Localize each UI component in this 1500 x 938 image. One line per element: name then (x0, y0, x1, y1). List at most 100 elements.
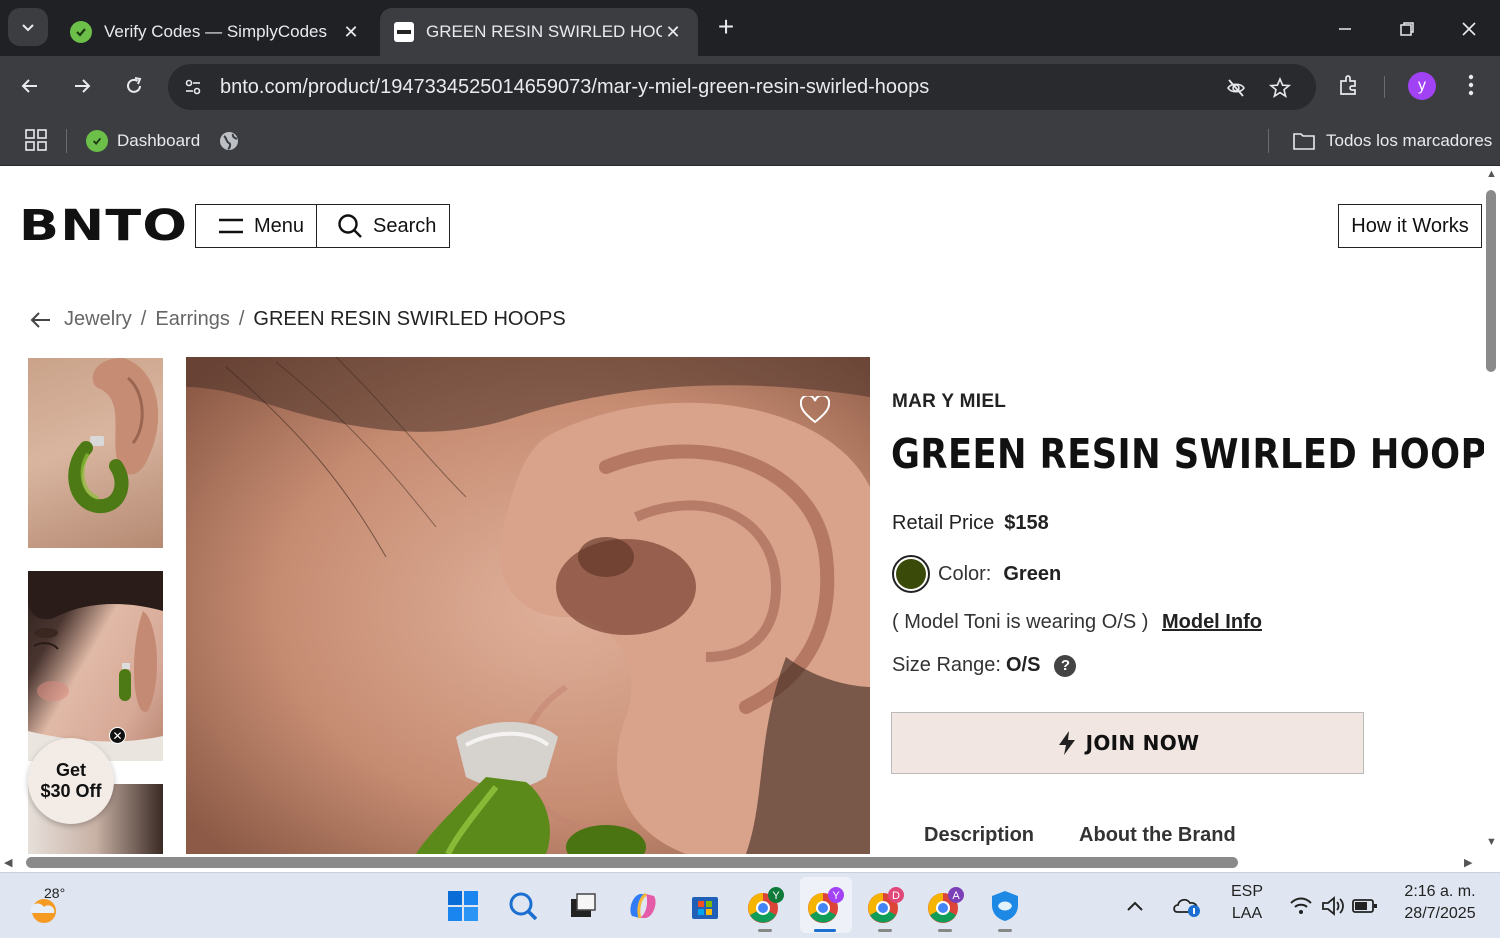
chrome-profile-a-icon[interactable]: A (926, 887, 964, 925)
eye-off-icon[interactable] (1224, 76, 1248, 100)
all-bookmarks-folder[interactable]: Todos los marcadores (1292, 126, 1492, 156)
product-thumbnail-1[interactable] (28, 358, 163, 548)
product-main-image[interactable] (186, 357, 870, 854)
back-button[interactable] (14, 70, 46, 102)
tab-search-button[interactable] (8, 8, 48, 46)
tab-about-brand[interactable]: About the Brand (1079, 824, 1236, 847)
bookmark-dashboard[interactable]: Dashboard (86, 126, 200, 156)
apps-grid-icon[interactable] (24, 128, 48, 152)
windows-start-icon[interactable] (444, 887, 482, 925)
breadcrumb-earrings[interactable]: Earrings (155, 308, 229, 331)
reload-button[interactable] (118, 70, 150, 102)
close-tab-icon[interactable]: ✕ (340, 22, 362, 43)
scroll-left-arrow-icon[interactable]: ◀ (4, 856, 12, 869)
address-bar[interactable]: bnto.com/product/1947334525014659073/mar… (168, 64, 1316, 110)
chrome-profile-y-icon[interactable]: Y (746, 887, 784, 925)
color-label: Color: (938, 562, 992, 585)
vertical-scroll-thumb[interactable] (1486, 190, 1496, 372)
language-indicator[interactable]: ESP LAA (1224, 881, 1270, 925)
chevron-up-icon[interactable] (1116, 887, 1154, 925)
bookmark-separator (1268, 129, 1269, 153)
vertical-scrollbar[interactable]: ▲ ▼ (1484, 166, 1500, 854)
new-tab-button[interactable]: + (712, 12, 740, 44)
promo-close-icon[interactable]: ✕ (109, 727, 126, 744)
restore-button[interactable] (1384, 12, 1430, 46)
language-line-2: LAA (1231, 905, 1263, 922)
color-value: Green (1003, 562, 1062, 585)
tab-simplycodes[interactable]: Verify Codes — SimplyCodes ✕ (56, 8, 376, 56)
how-it-works-button[interactable]: How it Works (1338, 204, 1482, 248)
scroll-right-arrow-icon[interactable]: ▶ (1464, 856, 1472, 869)
retail-price-label: Retail Price (892, 512, 995, 534)
shield-app-icon[interactable] (986, 887, 1024, 925)
minimize-button[interactable] (1322, 12, 1368, 46)
model-text: ( Model Toni is wearing O/S ) (892, 611, 1149, 633)
extensions-icon[interactable] (1334, 70, 1364, 100)
promo-badge[interactable]: Get $30 Off (28, 738, 114, 824)
horizontal-scrollbar[interactable]: ◀ ▶ (0, 854, 1484, 872)
promo-line-1: Get (55, 760, 86, 780)
chrome-profile-d-icon[interactable]: D (866, 887, 904, 925)
menu-label: Menu (254, 214, 305, 237)
simplycodes-favicon-icon (70, 21, 92, 43)
join-now-label: JOIN NOW (1085, 731, 1200, 755)
globe-icon (220, 132, 238, 150)
battery-icon[interactable] (1346, 887, 1384, 925)
windows-taskbar: 28° Y Y D A ESP LAA 2:16 a. m. 28/7/2025 (0, 872, 1500, 938)
site-info-icon[interactable] (178, 72, 208, 102)
horizontal-scroll-thumb[interactable] (26, 857, 1238, 868)
microsoft-store-icon[interactable] (686, 887, 724, 925)
chrome-badge-2: Y (832, 890, 840, 902)
copilot-icon[interactable] (624, 887, 662, 925)
back-arrow-icon[interactable] (30, 311, 52, 329)
restore-icon (1400, 22, 1414, 36)
running-indicator (878, 929, 892, 932)
promo-line-2: $30 Off (40, 781, 102, 801)
more-menu-icon[interactable] (1456, 70, 1486, 100)
breadcrumb-current: GREEN RESIN SWIRLED HOOPS (253, 308, 566, 330)
help-icon[interactable]: ? (1054, 654, 1077, 677)
product-brand[interactable]: MAR Y MIEL (892, 391, 1006, 413)
onedrive-sync-icon[interactable] (1168, 887, 1206, 925)
bookmarks-bar: Dashboard Todos los marcadores (0, 116, 1500, 166)
search-button[interactable]: Search (316, 204, 450, 248)
join-now-button[interactable]: JOIN NOW (891, 712, 1364, 774)
weather-temperature: 28° (44, 885, 66, 901)
color-swatch[interactable] (892, 555, 930, 593)
color-row: Color: Green (892, 555, 1061, 593)
retail-price-value: $158 (1004, 512, 1049, 534)
clock[interactable]: 2:16 a. m. 28/7/2025 (1392, 881, 1488, 925)
star-icon[interactable] (1268, 76, 1292, 100)
tab-description[interactable]: Description (924, 824, 1034, 847)
size-label: Size Range: (892, 654, 1001, 676)
url-text[interactable]: bnto.com/product/1947334525014659073/mar… (220, 76, 929, 99)
close-window-button[interactable] (1446, 12, 1492, 46)
size-value: O/S (1005, 654, 1041, 676)
reload-icon (127, 77, 142, 93)
chrome-profile-y2-icon[interactable]: Y (806, 887, 844, 925)
forward-button[interactable] (66, 70, 98, 102)
task-view-icon[interactable] (564, 887, 602, 925)
weather-widget[interactable]: 28° (26, 885, 66, 925)
browser-tab-bar: Verify Codes — SimplyCodes ✕ GREEN RESIN… (0, 0, 1500, 56)
profile-avatar[interactable]: y (1408, 72, 1436, 100)
favorite-heart-icon[interactable] (800, 396, 830, 424)
tab-title: Verify Codes — SimplyCodes (104, 22, 327, 41)
scroll-up-arrow-icon[interactable]: ▲ (1486, 168, 1497, 180)
bookmark-globe[interactable] (218, 126, 240, 156)
breadcrumb-jewelry[interactable]: Jewelry (64, 308, 132, 331)
active-indicator (814, 929, 836, 932)
site-logo[interactable]: BNTO (19, 205, 188, 248)
product-thumbnail-2[interactable] (28, 571, 163, 761)
toolbar-divider (1384, 76, 1385, 98)
arrow-right-icon (75, 79, 91, 93)
menu-button[interactable]: Menu (195, 204, 317, 248)
tab-bnto-product[interactable]: GREEN RESIN SWIRLED HOOPS ✕ (380, 8, 698, 56)
search-icon[interactable] (504, 887, 542, 925)
close-icon (1462, 22, 1476, 36)
model-info-link[interactable]: Model Info (1162, 611, 1262, 633)
scroll-down-arrow-icon[interactable]: ▼ (1486, 836, 1497, 848)
bookmark-separator (66, 129, 67, 153)
close-tab-icon[interactable]: ✕ (662, 22, 684, 43)
lightning-icon (1058, 731, 1075, 755)
